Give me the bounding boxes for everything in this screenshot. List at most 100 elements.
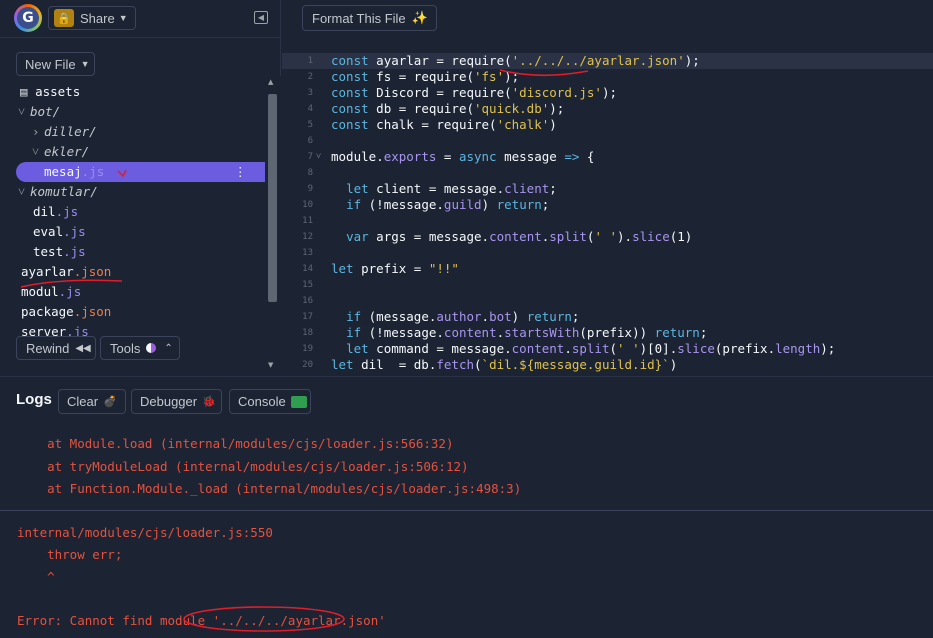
tree-item-label: eval — [33, 224, 64, 239]
code-line[interactable]: 5 const chalk = require('chalk') — [282, 117, 933, 133]
line-number: 3 — [307, 88, 313, 98]
line-number: 15 — [302, 280, 313, 290]
code-text: const Discord = require('discord.js'); — [331, 85, 618, 100]
line-number: 9 — [307, 184, 313, 194]
line-number: 16 — [302, 296, 313, 306]
code-line[interactable]: 13 — [282, 245, 933, 261]
file-tree-scrollbar[interactable]: ▲ ▼ — [265, 76, 281, 376]
new-file-button[interactable]: New File ▼ — [16, 52, 95, 76]
tree-item-label: modul — [21, 284, 59, 299]
tools-button[interactable]: Tools ⌃ — [100, 336, 180, 360]
line-number: 18 — [302, 328, 313, 338]
code-line[interactable]: 20 let dil = db.fetch(`dil.${message.guil… — [282, 357, 933, 373]
console-label: Console — [238, 394, 286, 409]
code-text: let dil = db.fetch(`dil.${message.guild.… — [331, 357, 678, 372]
tree-item-package.json[interactable]: package.json — [0, 302, 265, 322]
tools-icon — [146, 343, 157, 353]
line-number: 12 — [302, 232, 313, 242]
tree-item-label: mesaj — [44, 164, 82, 179]
scroll-up-icon[interactable]: ▲ — [268, 78, 273, 86]
code-line[interactable]: 3 const Discord = require('discord.js'); — [282, 85, 933, 101]
format-file-button[interactable]: Format This File ✨ — [302, 5, 437, 31]
file-sidebar: G 🔒 Share ▼ ◀ New File ▼ ▤ assets ˅ bot/ › d… — [0, 0, 281, 376]
line-number: 1 — [307, 56, 313, 66]
tree-item-eval.js[interactable]: eval.js — [0, 222, 265, 242]
code-text: var args = message.content.split(' ').sl… — [346, 229, 693, 244]
tree-item-dil.js[interactable]: dil.js — [0, 202, 265, 222]
tree-item-komutlar[interactable]: ˅ komutlar/ — [0, 182, 265, 202]
code-line[interactable]: 1 const ayarlar = require('../../../ayarl… — [282, 53, 933, 69]
line-number: 14 — [302, 264, 313, 274]
code-line[interactable]: 9 let client = message.client; — [282, 181, 933, 197]
rewind-label: Rewind — [26, 340, 70, 356]
log-line: at Module.load (internal/modules/cjs/loa… — [17, 436, 454, 451]
lock-icon: 🔒 — [54, 9, 74, 27]
tree-item-modul.js[interactable]: modul.js — [0, 282, 265, 302]
code-line[interactable]: 19 let command = message.content.split('… — [282, 341, 933, 357]
scroll-down-icon[interactable]: ▼ — [268, 361, 273, 369]
tree-item-ekler[interactable]: ˅ ekler/ — [0, 142, 265, 162]
line-number: 8 — [307, 168, 313, 178]
tree-item-label: dil — [33, 204, 56, 219]
chevron-down-icon: ▼ — [118, 13, 128, 23]
clear-button[interactable]: Clear 💣 — [58, 389, 126, 414]
file-tree: ▤ assets ˅ bot/› diller/˅ ekler/mesaj.js ⋮ ˅ ko… — [0, 82, 265, 340]
line-number: 20 — [302, 360, 313, 370]
terminal-icon — [290, 395, 307, 408]
tree-item-mesaj.js[interactable]: mesaj.js ⋮ — [16, 162, 265, 182]
collapse-sidebar-icon[interactable]: ◀ — [254, 11, 268, 24]
tree-item-extension: .json — [73, 304, 112, 319]
logs-toolbar: Logs Clear 💣 Debugger 🐞 Console — [0, 376, 933, 424]
logs-title: Logs — [16, 391, 52, 408]
format-label: Format This File — [312, 10, 406, 26]
code-line[interactable]: 7 ˅ module.exports = async message => { — [282, 149, 933, 165]
tree-item-extension: .json — [73, 264, 112, 279]
code-line[interactable]: 16 — [282, 293, 933, 309]
sidebar-header: G 🔒 Share ▼ ◀ — [0, 0, 281, 38]
code-line[interactable]: 6 — [282, 133, 933, 149]
tree-item-label: ayarlar — [21, 264, 74, 279]
tree-item-assets[interactable]: ▤ assets — [0, 82, 265, 102]
tree-item-label: ekler/ — [44, 144, 90, 159]
code-line[interactable]: 14 let prefix = "!!" — [282, 261, 933, 277]
code-line[interactable]: 2 const fs = require('fs'); — [282, 69, 933, 85]
logs-output: at Module.load (internal/modules/cjs/loa… — [0, 424, 933, 638]
line-number: 5 — [307, 120, 313, 130]
tree-item-ayarlar.json[interactable]: ayarlar.json — [0, 262, 265, 282]
fold-icon[interactable]: ˅ — [316, 149, 321, 165]
tree-item-diller[interactable]: › diller/ — [0, 122, 265, 142]
scrollbar-thumb[interactable] — [268, 94, 277, 302]
more-options-icon[interactable]: ⋮ — [234, 162, 247, 182]
code-line[interactable]: 18 if (!message.content.startsWith(prefi… — [282, 325, 933, 341]
code-editor[interactable]: 1 const ayarlar = require('../../../ayarl… — [282, 53, 933, 373]
rewind-icon: ◀◀ — [75, 342, 91, 354]
line-number: 13 — [302, 248, 313, 258]
code-line[interactable]: 11 — [282, 213, 933, 229]
console-button[interactable]: Console — [229, 389, 311, 414]
share-button[interactable]: 🔒 Share ▼ — [48, 6, 136, 30]
code-text: let prefix = "!!" — [331, 261, 459, 276]
code-line[interactable]: 15 — [282, 277, 933, 293]
code-line[interactable]: 4 const db = require('quick.db'); — [282, 101, 933, 117]
app-logo[interactable]: G — [14, 4, 42, 32]
log-line: throw err; — [17, 547, 123, 562]
rewind-button[interactable]: Rewind ◀◀ — [16, 336, 96, 360]
tree-item-label: bot/ — [30, 104, 61, 119]
tree-item-test.js[interactable]: test.js — [0, 242, 265, 262]
log-line: ^ — [17, 569, 55, 584]
log-line: Error: Cannot find module '../../../ayar… — [17, 613, 386, 628]
code-line[interactable]: 10 if (!message.guild) return; — [282, 197, 933, 213]
code-line[interactable]: 12 var args = message.content.split(' ')… — [282, 229, 933, 245]
code-line[interactable]: 8 — [282, 165, 933, 181]
debugger-button[interactable]: Debugger 🐞 — [131, 389, 222, 414]
tree-item-extension: .js — [81, 164, 105, 179]
tree-item-label: assets — [35, 84, 81, 99]
chevron-right-icon: › — [32, 124, 40, 139]
tree-item-bot[interactable]: ˅ bot/ — [0, 102, 265, 122]
line-number: 6 — [307, 136, 313, 146]
line-number: 17 — [302, 312, 313, 322]
line-number: 19 — [302, 344, 313, 354]
tree-item-extension: .js — [55, 204, 79, 219]
clear-label: Clear — [67, 394, 99, 409]
code-line[interactable]: 17 if (message.author.bot) return; — [282, 309, 933, 325]
